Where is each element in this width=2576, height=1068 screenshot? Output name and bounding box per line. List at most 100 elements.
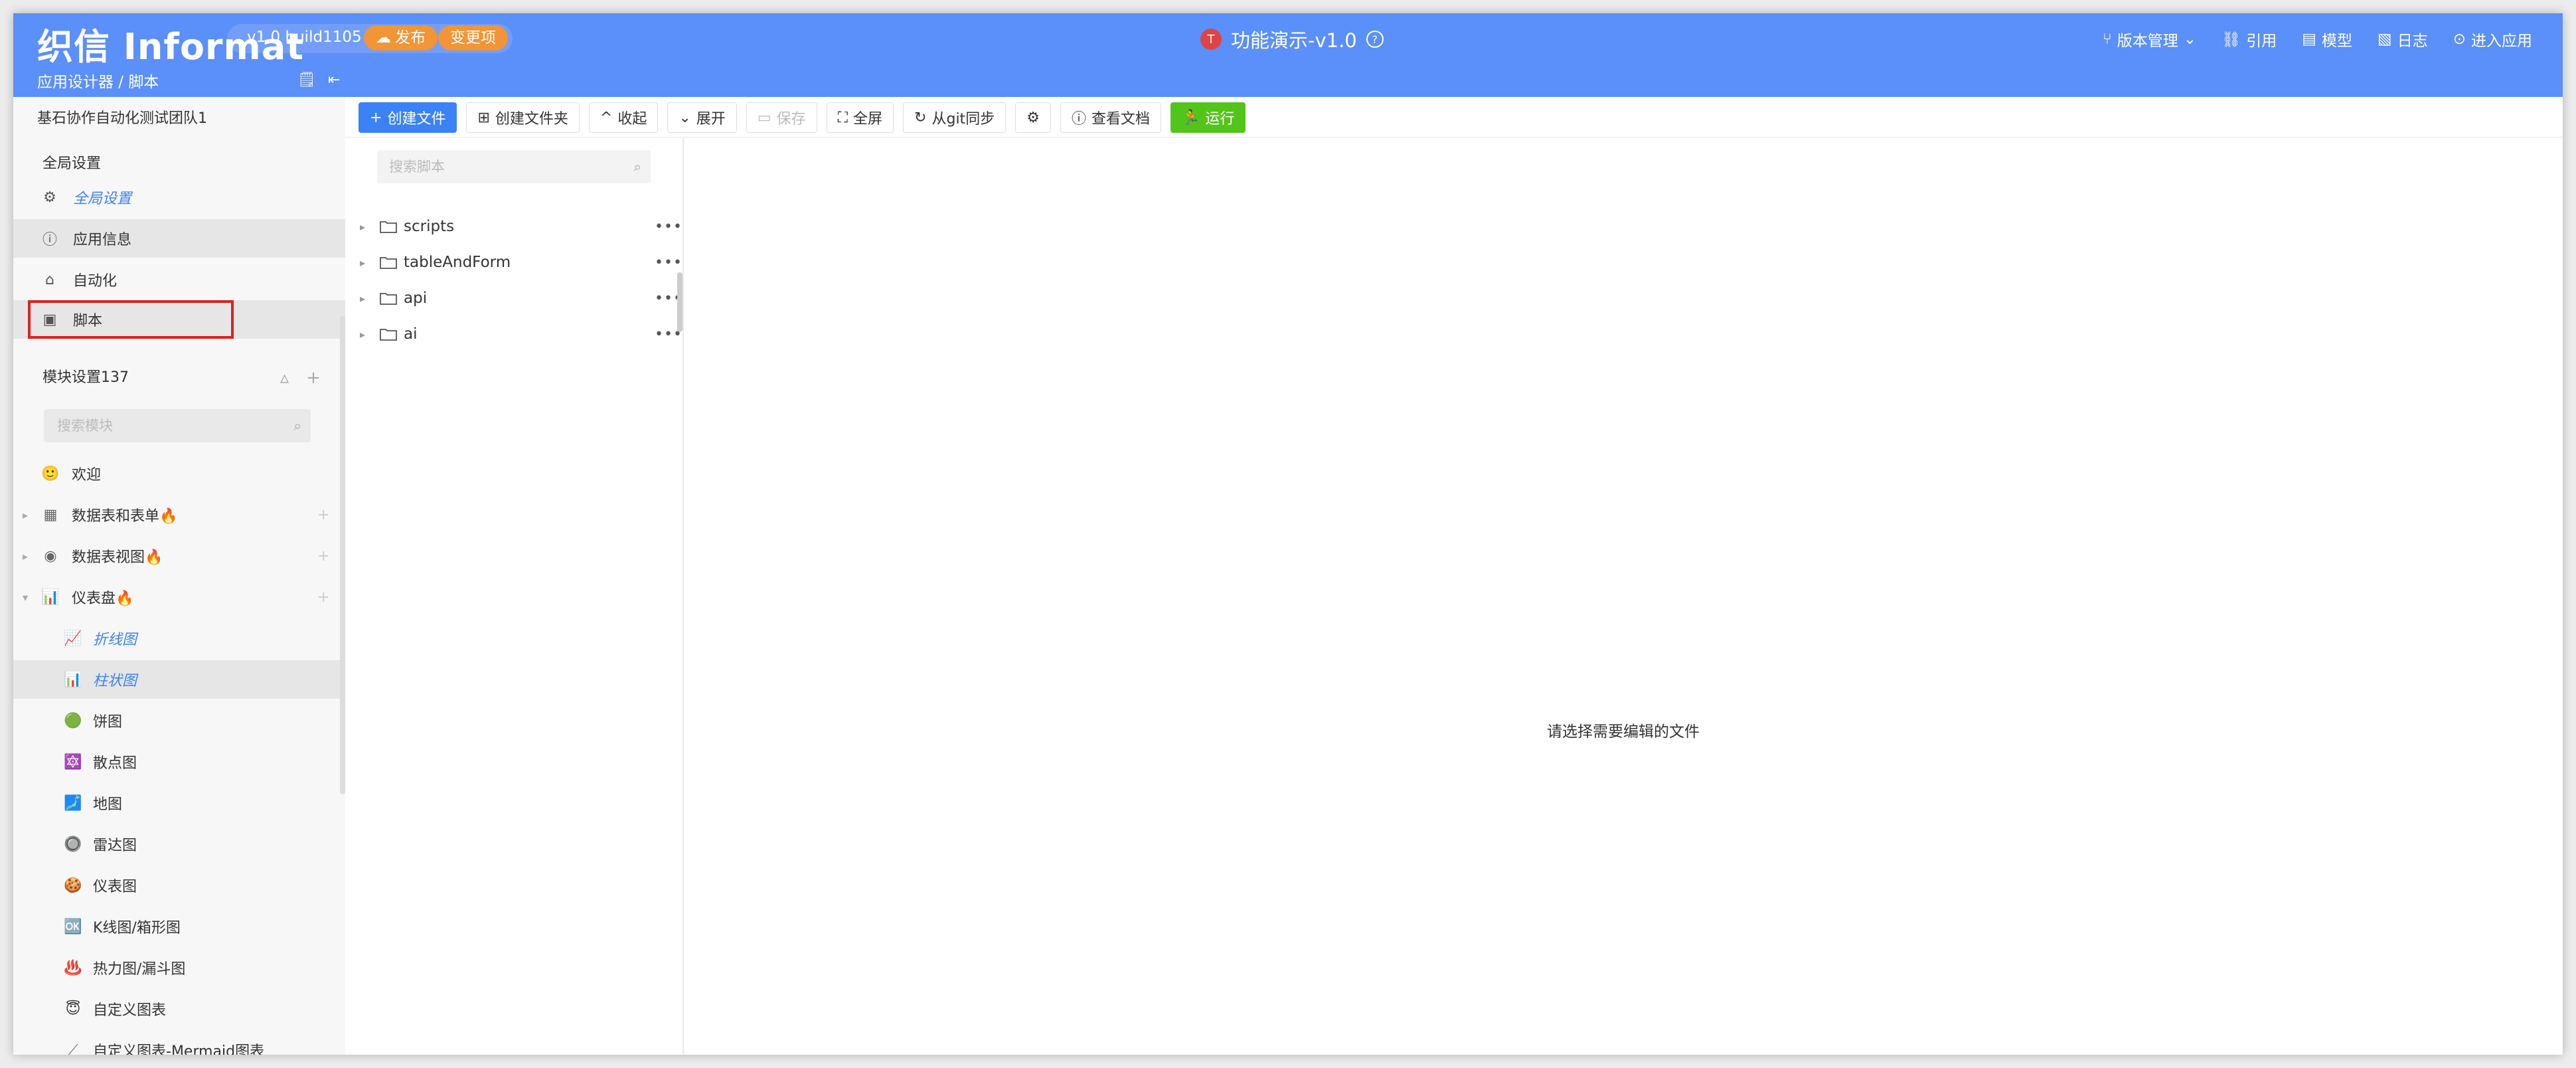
table-icon: ▦ [43,506,58,523]
module-item-tables-forms[interactable]: ▸ ▦ 数据表和表单🔥 + [13,495,345,534]
caret-right-icon[interactable]: ▸ [360,221,365,233]
module-item-custom-chart[interactable]: 😇 自定义图表 [13,990,345,1028]
cloud-upload-icon: ☁ [376,29,391,46]
module-item-kline-chart[interactable]: 🆗 K线图/箱形图 [13,907,345,946]
publish-button[interactable]: ☁ 发布 [364,25,438,50]
sidebar-item-automation[interactable]: ⌂ 自动化 [13,260,345,299]
note-icon[interactable]: 🗒 [297,72,316,88]
caret-down-icon[interactable]: ▾ [23,591,28,604]
folder-icon [380,257,397,269]
sidebar-item-app-info[interactable]: ⓘ 应用信息 [13,219,345,258]
changes-button[interactable]: 变更项 [438,25,508,50]
folder-plus-icon: ⊞ [477,109,490,126]
chevron-up-icon: ^ [600,109,613,126]
add-module-icon[interactable]: + [306,368,321,388]
add-icon[interactable]: + [317,589,329,606]
editor-empty-message: 请选择需要编辑的文件 [1547,723,1700,741]
caret-right-icon[interactable]: ▸ [360,256,365,269]
module-item-bar-chart[interactable]: 📊 柱状图 [13,660,345,699]
module-item-heatmap-chart[interactable]: ♨️ 热力图/漏斗图 [13,948,345,987]
folder-item[interactable]: ▸ api ••• [345,282,683,315]
more-icon[interactable]: ••• [655,254,683,271]
add-icon[interactable]: + [317,548,329,565]
create-folder-button[interactable]: ⊞ 创建文件夹 [466,102,580,133]
caret-right-icon[interactable]: ▸ [360,292,365,305]
caret-right-icon[interactable]: ▸ [360,328,365,341]
add-icon[interactable]: + [317,507,329,523]
folder-label: scripts [404,218,455,235]
folder-label: tableAndForm [404,254,511,271]
script-search-input[interactable]: 搜索脚本 ⌕ [377,150,651,183]
module-item-map[interactable]: 🗾 地图 [13,784,345,822]
robot-icon: ⌂ [45,271,54,288]
reference-label: 引用 [2246,33,2277,50]
log-link[interactable]: ▧ 日志 [2377,28,2428,50]
collapse-label: 收起 [617,111,647,128]
git-sync-button[interactable]: ↻ 从git同步 [903,102,1006,133]
script-search-placeholder: 搜索脚本 [389,159,445,175]
sidebar-item-global-settings[interactable]: ⚙ 全局设置 [13,178,345,217]
highlight-box [28,300,234,339]
caret-right-icon[interactable]: ▸ [23,509,28,521]
create-file-button[interactable]: + 创建文件 [359,102,457,133]
enter-app-label: 进入应用 [2471,33,2532,50]
module-item-pie-chart[interactable]: 🟢 饼图 [13,701,345,740]
version-management-menu[interactable]: ⑂ 版本管理 ⌄ [2103,28,2196,50]
module-item-radar-chart[interactable]: 🔘 雷达图 [13,825,345,863]
bar-chart-icon: 📊 [41,588,60,606]
info-icon: ⓘ [42,232,57,248]
more-icon[interactable]: ••• [655,219,683,235]
reference-link[interactable]: ⛓ 引用 [2221,28,2277,50]
file-tree-pane: 搜索脚本 ⌕ ▸ scripts ••• ▸ tableAndForm ••• … [345,138,684,1055]
sidebar-scrollbar[interactable] [340,316,345,794]
module-search-input[interactable]: 搜索模块 ⌕ [44,409,311,442]
trend-line-icon: ⟋ [68,1041,78,1055]
model-link[interactable]: ▤ 模型 [2302,28,2352,50]
folder-label: ai [404,325,418,343]
module-label: 饼图 [93,714,123,731]
module-item-gauge-chart[interactable]: 🍪 仪表图 [13,866,345,905]
module-label: 数据表视图🔥 [72,549,163,566]
expand-button[interactable]: ⌄ 展开 [667,102,737,133]
line-chart-icon: 📈 [64,630,82,647]
run-button[interactable]: 🏃 运行 [1170,102,1246,133]
settings-button[interactable]: ⚙ [1015,102,1051,133]
help-icon: ⓘ [1071,111,1086,128]
pane-resize-handle[interactable] [677,272,683,332]
folder-item[interactable]: ▸ ai ••• [345,317,683,351]
header-nav: ⑂ 版本管理 ⌄ ⛓ 引用 ▤ 模型 ▧ 日志 ⊙ 进入应用 [2103,28,2532,50]
module-tools: ▵ + [280,368,321,388]
fullscreen-label: 全屏 [853,111,883,128]
folder-item[interactable]: ▸ scripts ••• [345,210,683,243]
version-management-label: 版本管理 [2117,33,2178,50]
sort-icon[interactable]: ▵ [280,368,289,388]
sync-icon: ↻ [914,109,927,126]
module-item-mermaid-chart[interactable]: ⟋ 自定义图表-Mermaid图表 [13,1031,345,1055]
save-icon: ▭ [757,109,771,126]
fullscreen-button[interactable]: ⛶ 全屏 [826,102,894,133]
expand-label: 展开 [696,111,726,128]
collapse-sidebar-icon[interactable]: ⇤ [328,72,340,88]
sidebar-item-label: 自动化 [73,273,118,290]
view-docs-button[interactable]: ⓘ 查看文档 [1060,102,1161,133]
enter-app-link[interactable]: ⊙ 进入应用 [2453,28,2532,50]
bar-chart-icon: 📊 [64,671,82,688]
view-icon: ◉ [44,547,57,565]
module-item-table-views[interactable]: ▸ ◉ 数据表视图🔥 + [13,537,345,575]
collapse-button[interactable]: ^ 收起 [588,102,659,133]
save-button[interactable]: ▭ 保存 [746,102,817,133]
module-item-dashboard[interactable]: ▾ 📊 仪表盘🔥 + [13,578,345,616]
module-item-line-chart[interactable]: 📈 折线图 [13,619,345,658]
changes-label: 变更项 [450,29,496,46]
radio-button-icon: 🔘 [64,836,82,853]
folder-item[interactable]: ▸ tableAndForm ••• [345,246,683,279]
module-item-scatter-chart[interactable]: 🔯 散点图 [13,743,345,781]
hot-springs-icon: ♨️ [64,959,82,976]
sidebar-item-label: 应用信息 [73,232,132,248]
module-label: 自定义图表-Mermaid图表 [93,1043,265,1055]
help-icon[interactable]: ? [1366,31,1384,48]
search-icon: ⌕ [293,418,301,434]
caret-right-icon[interactable]: ▸ [23,550,28,563]
module-label: 欢迎 [72,467,102,484]
module-item-welcome[interactable]: 🙂 欢迎 [13,454,345,493]
